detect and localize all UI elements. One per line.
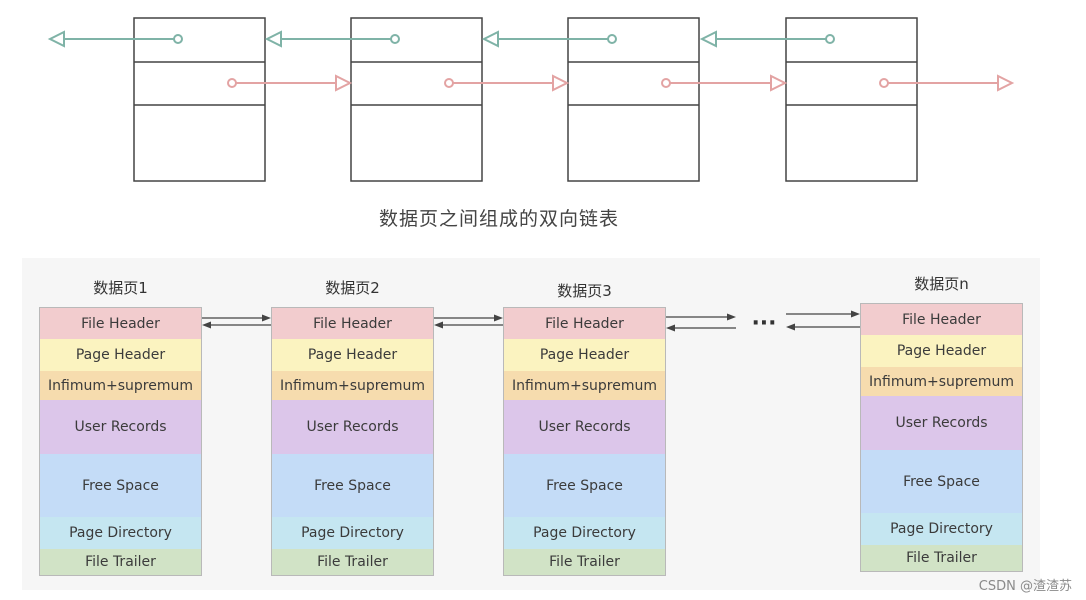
- page-segment-file-header: File Header: [860, 303, 1023, 336]
- arrowhead-right-icon: [494, 314, 503, 322]
- page-segment-file-header: File Header: [503, 307, 666, 340]
- page-link: [434, 314, 503, 329]
- ellipsis: ···: [751, 311, 776, 336]
- page-segment-page-header: Page Header: [503, 339, 666, 372]
- page-segment-page-directory: Page Directory: [503, 517, 666, 550]
- data-page-title: 数据页3: [557, 282, 612, 300]
- arrowhead-left-icon: [666, 324, 675, 332]
- data-page-title: 数据页1: [93, 279, 148, 297]
- page-link: [202, 314, 271, 329]
- arrowhead-left-icon: [202, 321, 211, 329]
- page-segment-page-header: Page Header: [39, 339, 202, 372]
- page-segment-free-space: Free Space: [860, 450, 1023, 514]
- page-segment-user-records: User Records: [271, 400, 434, 455]
- page-segment-page-directory: Page Directory: [39, 517, 202, 550]
- arrowhead-right-icon: [851, 310, 860, 318]
- page-segment-file-header: File Header: [271, 307, 434, 340]
- arrowhead-right-icon: [262, 314, 271, 322]
- arrowhead-left-icon: [434, 321, 443, 329]
- page-segment-page-header: Page Header: [271, 339, 434, 372]
- page-segment-free-space: Free Space: [271, 454, 434, 518]
- page-segment-file-trailer: File Trailer: [503, 549, 666, 576]
- page-segment-free-space: Free Space: [39, 454, 202, 518]
- data-page-title: 数据页n: [914, 275, 969, 293]
- page-segment-file-trailer: File Trailer: [39, 549, 202, 576]
- page-segment-infimum-supremum: Infimum+supremum: [503, 371, 666, 401]
- page-segment-free-space: Free Space: [503, 454, 666, 518]
- page-segment-page-directory: Page Directory: [271, 517, 434, 550]
- arrowhead-left-icon: [786, 323, 795, 331]
- page-segment-page-directory: Page Directory: [860, 513, 1023, 546]
- data-page-title: 数据页2: [325, 279, 380, 297]
- page-segment-user-records: User Records: [860, 396, 1023, 451]
- page-segment-user-records: User Records: [503, 400, 666, 455]
- page-segment-user-records: User Records: [39, 400, 202, 455]
- page-segment-file-header: File Header: [39, 307, 202, 340]
- page-segment-infimum-supremum: Infimum+supremum: [271, 371, 434, 401]
- page-segment-page-header: Page Header: [860, 335, 1023, 368]
- page-segment-infimum-supremum: Infimum+supremum: [860, 367, 1023, 397]
- page-segment-infimum-supremum: Infimum+supremum: [39, 371, 202, 401]
- watermark: CSDN @渣渣苏: [978, 579, 1072, 594]
- page-segment-file-trailer: File Trailer: [271, 549, 434, 576]
- page-segment-file-trailer: File Trailer: [860, 545, 1023, 572]
- arrowhead-right-icon: [727, 313, 736, 321]
